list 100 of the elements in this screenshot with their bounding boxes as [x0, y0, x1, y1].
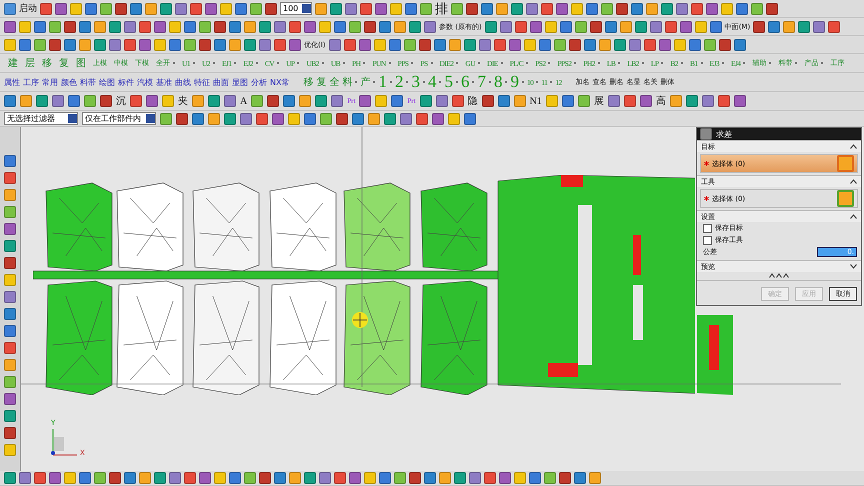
toolbar-icon[interactable] [394, 20, 406, 32]
sidebar-tool-icon[interactable] [4, 172, 16, 184]
toolbar-icon[interactable] [620, 20, 632, 32]
sidebar-tool-icon[interactable] [4, 223, 16, 235]
toolbar-icon[interactable] [434, 38, 446, 50]
toolbar-icon[interactable] [680, 20, 692, 32]
toolbar-icon[interactable] [160, 112, 172, 124]
toolbar-icon[interactable] [175, 2, 187, 14]
toolbar-icon[interactable] [436, 95, 448, 107]
toolbar-icon[interactable] [224, 112, 236, 124]
menu-item[interactable]: 基准 [156, 76, 172, 88]
toolbar-icon[interactable] [432, 112, 444, 124]
toolbar-icon[interactable] [214, 38, 226, 50]
toolbar-icon[interactable] [670, 95, 682, 107]
toolbar-icon[interactable] [334, 20, 346, 32]
toolbar-icon[interactable] [154, 20, 166, 32]
sort-command[interactable]: 排 [435, 0, 448, 17]
toolbar-icon[interactable] [718, 38, 731, 50]
toolbar-icon[interactable] [478, 38, 491, 50]
quick-button[interactable]: 4 [428, 73, 436, 91]
zoom-field[interactable]: 100 [280, 2, 312, 15]
toolbar-icon[interactable] [481, 2, 493, 14]
menu-item[interactable]: 料带 [80, 76, 96, 88]
toolbar-icon[interactable] [349, 20, 361, 32]
toolbar-icon[interactable] [267, 95, 280, 107]
toolbar-icon[interactable] [614, 38, 626, 50]
toolbar-icon[interactable] [608, 95, 620, 107]
toolbar-icon[interactable] [628, 38, 641, 50]
toolbar-icon[interactable] [664, 20, 677, 32]
quick-button[interactable]: 6 [460, 73, 470, 91]
toolbar-icon[interactable] [702, 95, 714, 107]
toolbar-icon[interactable] [259, 38, 271, 50]
toolbar-icon[interactable] [578, 95, 590, 107]
sidebar-tool-icon[interactable] [4, 393, 16, 405]
sidebar-tool-icon[interactable] [4, 325, 16, 337]
toolbar-icon[interactable] [508, 38, 521, 50]
tool-button[interactable]: 展 [594, 94, 604, 108]
toolbar-icon[interactable] [64, 38, 76, 50]
menu-item[interactable]: 常用 [42, 76, 58, 88]
quick-button[interactable]: 3 [411, 73, 420, 91]
toolbar-icon[interactable] [500, 20, 512, 32]
collapse-chevron-icon[interactable] [850, 214, 857, 219]
toolbar-icon[interactable] [451, 2, 463, 14]
toolbar-icon[interactable] [64, 20, 76, 32]
toolbar-icon[interactable] [482, 95, 494, 107]
command-button[interactable]: 图 [76, 56, 86, 70]
toolbar-icon[interactable] [274, 38, 286, 50]
quick-button[interactable]: 移 [303, 75, 314, 89]
toolbar-icon[interactable] [710, 20, 722, 32]
toolbar-icon[interactable] [235, 2, 247, 14]
toolbar-icon[interactable] [259, 472, 271, 484]
toolbar-icon[interactable] [345, 2, 357, 14]
quick-button[interactable]: 全 [329, 75, 340, 89]
start-icon[interactable] [4, 2, 16, 14]
toolbar-icon[interactable] [315, 2, 327, 14]
toolbar-icon[interactable] [409, 472, 421, 484]
expand-chevron-icon[interactable] [850, 264, 857, 269]
toolbar-icon[interactable] [364, 20, 376, 32]
toolbar-icon[interactable] [49, 38, 61, 50]
toolbar-icon[interactable] [315, 95, 328, 107]
toolbar-icon[interactable] [541, 2, 553, 14]
toolbar-icon[interactable] [384, 112, 396, 124]
toolbar-icon[interactable] [368, 112, 380, 124]
toolbar-icon[interactable] [704, 38, 716, 50]
toolbar-icon[interactable] [753, 20, 766, 32]
toolbar-icon[interactable] [331, 95, 344, 107]
toolbar-icon[interactable] [184, 20, 196, 32]
menu-item[interactable]: 工序 [23, 76, 39, 88]
toolbar-icon[interactable] [55, 2, 67, 14]
toolbar-icon[interactable] [130, 2, 142, 14]
toolbar-icon[interactable] [568, 38, 581, 50]
sidebar-tool-icon[interactable] [4, 291, 16, 303]
toolbar-icon[interactable] [511, 2, 523, 14]
toolbar-icon[interactable] [214, 20, 226, 32]
tool-button[interactable]: 沉 [116, 94, 126, 108]
toolbar-icon[interactable] [494, 38, 506, 50]
toolbar-icon[interactable] [34, 20, 46, 32]
toolbar-icon[interactable] [359, 95, 372, 107]
toolbar-icon[interactable] [514, 95, 526, 107]
toolbar-icon[interactable] [272, 112, 284, 124]
tool-button[interactable]: N1 [530, 96, 542, 106]
toolbar-icon[interactable] [4, 20, 16, 32]
menu-item[interactable]: 曲线 [175, 76, 191, 88]
tool-button[interactable]: 隐 [468, 94, 478, 108]
toolbar-icon[interactable] [49, 472, 61, 484]
toolbar-icon[interactable] [139, 38, 151, 50]
toolbar-icon[interactable] [554, 38, 566, 50]
toolbar-icon[interactable] [229, 20, 241, 32]
toolbar-icon[interactable] [584, 38, 596, 50]
toolbar-icon[interactable] [405, 2, 417, 14]
menu-item[interactable]: 显图 [232, 76, 248, 88]
toolbar-icon[interactable] [358, 38, 371, 50]
toolbar-icon[interactable] [176, 112, 188, 124]
toolbar-icon[interactable] [336, 112, 348, 124]
quick-button[interactable]: 5 [444, 73, 453, 91]
menu-item[interactable]: 汽模 [137, 76, 153, 88]
toolbar-icon[interactable] [650, 20, 662, 32]
toolbar-icon[interactable] [283, 95, 296, 107]
toolbar-icon[interactable] [559, 472, 571, 484]
sidebar-tool-icon[interactable] [4, 257, 16, 269]
